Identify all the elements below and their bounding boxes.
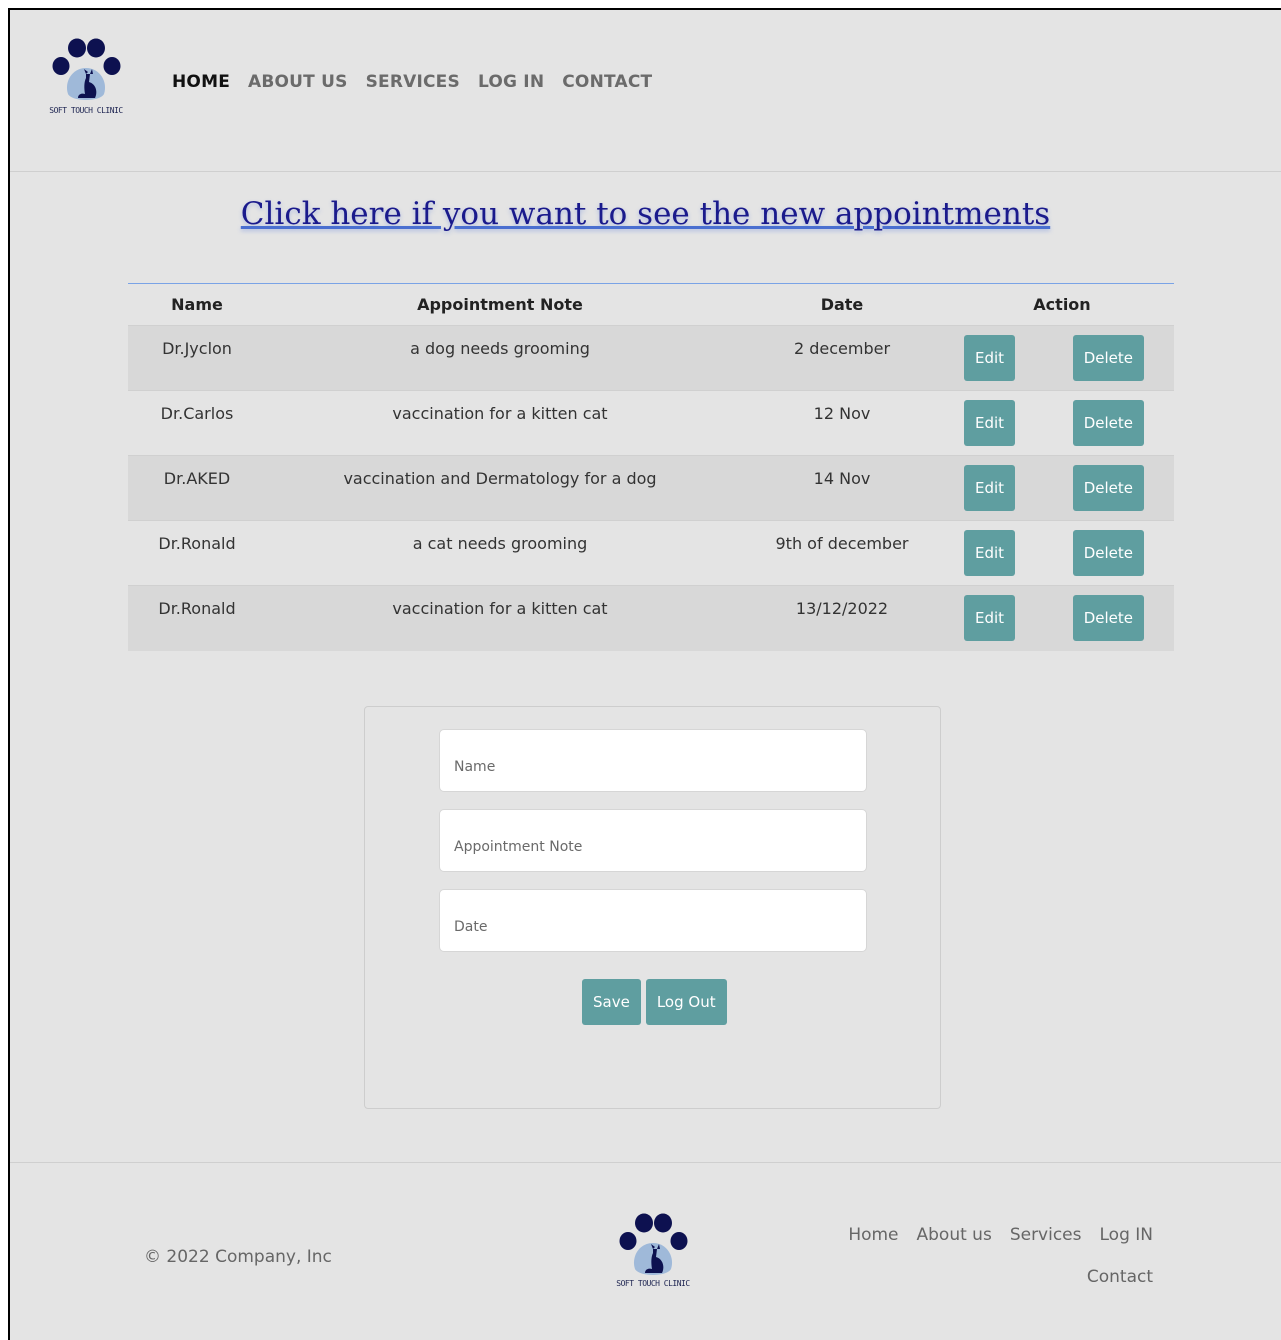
table-row: Dr.Jyclon a dog needs grooming 2 decembe…: [128, 325, 1174, 391]
cell-note: vaccination and Dermatology for a dog: [343, 469, 657, 488]
main-nav: HOME ABOUT US SERVICES LOG IN CONTACT: [172, 72, 652, 92]
footer-logo[interactable]: SOFT TOUCH CLINIC: [615, 1213, 691, 1297]
cell-actions: Edit Delete: [950, 586, 1174, 651]
clinic-logo[interactable]: SOFT TOUCH CLINIC: [48, 38, 124, 122]
footer-link-services[interactable]: Services: [1010, 1225, 1082, 1245]
delete-button[interactable]: Delete: [1072, 400, 1144, 446]
copyright-text: © 2022 Company, Inc: [144, 1247, 332, 1267]
table-row: Dr.Ronald vaccination for a kitten cat 1…: [128, 585, 1174, 651]
delete-button[interactable]: Delete: [1072, 530, 1144, 576]
cell-actions: Edit Delete: [950, 521, 1174, 586]
cell-date: 14 Nov: [813, 469, 871, 488]
table-row: Dr.AKED vaccination and Dermatology for …: [128, 455, 1174, 521]
edit-button[interactable]: Edit: [964, 400, 1016, 446]
cell-actions: Edit Delete: [950, 391, 1174, 456]
delete-button[interactable]: Delete: [1072, 595, 1144, 641]
log-out-button[interactable]: Log Out: [645, 979, 727, 1025]
cell-name: Dr.AKED: [163, 469, 231, 488]
appointment-note-input[interactable]: [439, 809, 867, 872]
new-appointments-link-container: Click here if you want to see the new ap…: [10, 196, 1281, 232]
paw-cat-logo-icon: [619, 1213, 688, 1275]
header-appointment-note: Appointment Note: [417, 295, 583, 314]
header-action: Action: [1033, 295, 1091, 314]
name-input[interactable]: [439, 729, 867, 792]
delete-button[interactable]: Delete: [1072, 465, 1144, 511]
paw-cat-logo-icon: [52, 38, 121, 100]
edit-button[interactable]: Edit: [964, 335, 1016, 381]
delete-button[interactable]: Delete: [1072, 335, 1144, 381]
edit-button[interactable]: Edit: [964, 595, 1016, 641]
site-footer: © 2022 Company, Inc SOFT TOUCH CLINIC Ho…: [10, 1162, 1281, 1340]
page-frame: SOFT TOUCH CLINIC HOME ABOUT US SERVICES…: [8, 8, 1281, 1340]
nav-about-us[interactable]: ABOUT US: [248, 72, 348, 92]
table-row: Dr.Ronald a cat needs grooming 9th of de…: [128, 520, 1174, 586]
edit-button[interactable]: Edit: [964, 530, 1016, 576]
cell-date: 12 Nov: [813, 404, 871, 423]
site-header: SOFT TOUCH CLINIC HOME ABOUT US SERVICES…: [10, 10, 1281, 172]
nav-contact[interactable]: CONTACT: [562, 72, 652, 92]
footer-link-contact[interactable]: Contact: [1087, 1267, 1153, 1287]
cell-actions: Edit Delete: [950, 456, 1174, 521]
nav-home[interactable]: HOME: [172, 72, 230, 92]
footer-nav: Home About us Services Log IN Contact: [833, 1225, 1153, 1287]
table-header-row: Name Appointment Note Date Action: [128, 283, 1174, 326]
nav-services[interactable]: SERVICES: [366, 72, 460, 92]
cell-date: 9th of december: [775, 534, 909, 553]
cell-actions: Edit Delete: [950, 326, 1174, 391]
edit-button[interactable]: Edit: [964, 465, 1016, 511]
footer-link-log-in[interactable]: Log IN: [1100, 1225, 1154, 1245]
save-button[interactable]: Save: [582, 979, 641, 1025]
logo-text: SOFT TOUCH CLINIC: [49, 106, 123, 115]
footer-link-about-us[interactable]: About us: [917, 1225, 992, 1245]
cell-name: Dr.Carlos: [160, 404, 234, 423]
header-name: Name: [171, 295, 223, 314]
header-date: Date: [820, 295, 864, 314]
date-input[interactable]: [439, 889, 867, 952]
cell-date: 2 december: [793, 339, 891, 358]
form-actions: Save Log Out: [582, 979, 727, 1025]
footer-logo-text: SOFT TOUCH CLINIC: [616, 1279, 690, 1288]
nav-log-in[interactable]: LOG IN: [478, 72, 544, 92]
table-row: Dr.Carlos vaccination for a kitten cat 1…: [128, 390, 1174, 456]
cell-name: Dr.Ronald: [158, 599, 236, 618]
cell-name: Dr.Ronald: [158, 534, 236, 553]
appointments-table: Name Appointment Note Date Action Dr.Jyc…: [128, 283, 1174, 651]
footer-link-home[interactable]: Home: [848, 1225, 898, 1245]
cell-note: a dog needs grooming: [410, 339, 590, 358]
cell-date: 13/12/2022: [795, 599, 889, 618]
cell-note: vaccination for a kitten cat: [392, 404, 608, 423]
cell-name: Dr.Jyclon: [162, 339, 232, 358]
new-appointments-link[interactable]: Click here if you want to see the new ap…: [241, 196, 1050, 232]
cell-note: a cat needs grooming: [412, 534, 588, 553]
appointments-table-container: Name Appointment Note Date Action Dr.Jyc…: [128, 283, 1174, 651]
cell-note: vaccination for a kitten cat: [392, 599, 608, 618]
appointment-form: Save Log Out: [364, 706, 941, 1109]
